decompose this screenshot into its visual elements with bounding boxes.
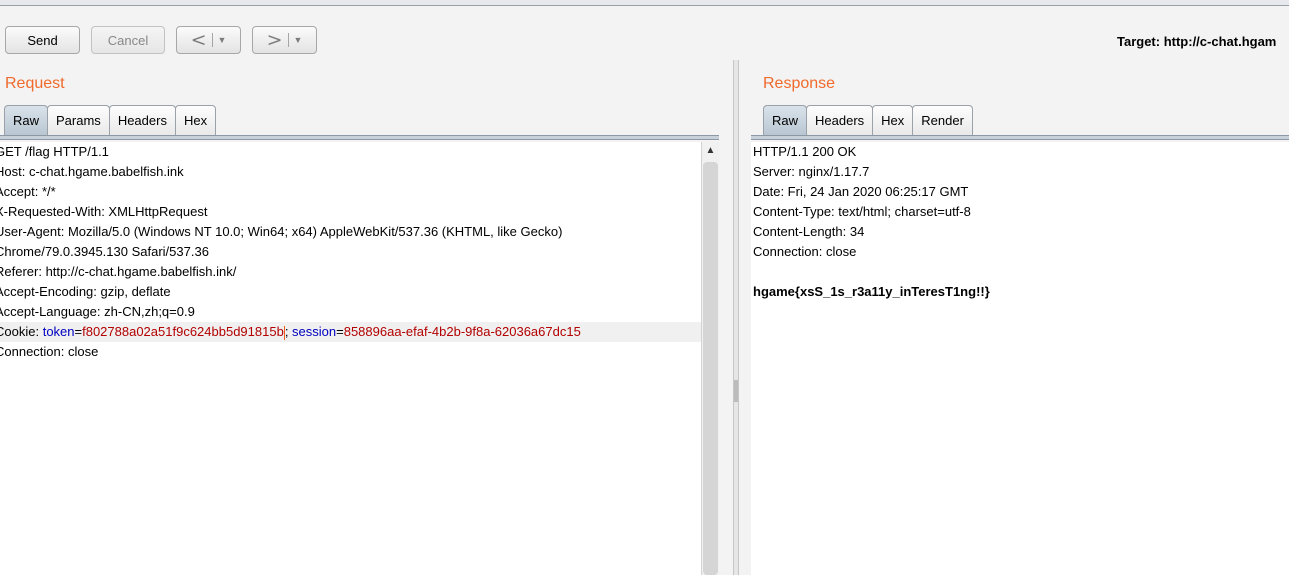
request-line: Chrome/79.0.3945.130 Safari/537.36 — [0, 244, 209, 259]
response-tab-headers[interactable]: Headers — [806, 105, 874, 135]
request-editor[interactable]: GET /flag HTTP/1.1 Host: c-chat.hgame.ba… — [0, 142, 701, 575]
dropdown-icon[interactable]: ▼ — [294, 35, 303, 45]
splitter-grip-icon[interactable] — [734, 380, 738, 402]
send-button-label: Send — [27, 32, 58, 48]
cancel-button-label: Cancel — [107, 32, 149, 48]
cancel-button[interactable]: Cancel — [91, 26, 165, 54]
request-tab-params[interactable]: Params — [47, 105, 110, 135]
request-tab-underline — [0, 135, 719, 140]
cookie-session-value: 858896aa-efaf-4b2b-9f8a-62036a67dc15 — [343, 324, 581, 339]
response-line: Connection: close — [753, 244, 857, 259]
cookie-line: Cookie: token=f802788a02a51f9c624bb5d918… — [0, 322, 701, 342]
response-blank-line — [753, 262, 1289, 282]
chevron-right-icon: > — [266, 29, 283, 51]
request-line: Connection: close — [0, 344, 99, 359]
cookie-session-key: session — [292, 324, 337, 339]
request-tab-headers[interactable]: Headers — [108, 105, 176, 135]
chevron-left-icon: < — [190, 29, 207, 51]
send-button[interactable]: Send — [5, 26, 80, 54]
response-body: hgame{xsS_1s_r3a11y_inTeresT1ng!!} — [753, 284, 990, 299]
dropdown-icon[interactable]: ▼ — [218, 35, 227, 45]
request-line: X-Requested-With: XMLHttpRequest — [0, 204, 208, 219]
cookie-token-key: token — [42, 324, 75, 339]
request-tab-hex[interactable]: Hex — [174, 105, 217, 135]
response-tab-underline — [751, 135, 1289, 140]
forward-button[interactable]: > ▼ — [252, 26, 317, 54]
request-line: Referer: http://c-chat.hgame.babelfish.i… — [0, 264, 237, 279]
response-title: Response — [763, 75, 836, 92]
response-line: Content-Type: text/html; charset=utf-8 — [753, 204, 971, 219]
request-line: User-Agent: Mozilla/5.0 (Windows NT 10.0… — [0, 224, 563, 239]
request-line: Accept: */* — [0, 184, 56, 199]
request-title: Request — [5, 75, 65, 92]
response-line: Date: Fri, 24 Jan 2020 06:25:17 GMT — [753, 184, 969, 199]
response-tab-render[interactable]: Render — [912, 105, 973, 135]
scrollbar-thumb[interactable] — [703, 162, 718, 575]
request-tab-raw[interactable]: Raw — [4, 105, 49, 135]
back-button[interactable]: < ▼ — [176, 26, 241, 54]
request-tabs: Raw Params Headers Hex — [4, 105, 217, 136]
response-tab-hex[interactable]: Hex — [872, 105, 914, 135]
request-scrollbar[interactable]: ▲ — [701, 142, 719, 575]
request-line: Accept-Language: zh-CN,zh;q=0.9 — [0, 304, 195, 319]
cookie-token-value: f802788a02a51f9c624bb5d91815b — [82, 324, 284, 339]
request-line: Accept-Encoding: gzip, deflate — [0, 284, 171, 299]
response-line: Server: nginx/1.17.7 — [753, 164, 870, 179]
request-line: GET /flag HTTP/1.1 — [0, 144, 109, 159]
response-tabs: Raw Headers Hex Render — [763, 105, 973, 136]
target-label[interactable]: Target: http://c-chat.hgam — [1117, 34, 1276, 49]
response-line: HTTP/1.1 200 OK — [753, 144, 857, 159]
response-line: Content-Length: 34 — [753, 224, 865, 239]
scroll-up-icon[interactable]: ▲ — [702, 142, 719, 160]
response-tab-raw[interactable]: Raw — [763, 105, 808, 135]
request-line: Host: c-chat.hgame.babelfish.ink — [0, 164, 184, 179]
response-editor[interactable]: HTTP/1.1 200 OK Server: nginx/1.17.7 Dat… — [751, 142, 1289, 575]
